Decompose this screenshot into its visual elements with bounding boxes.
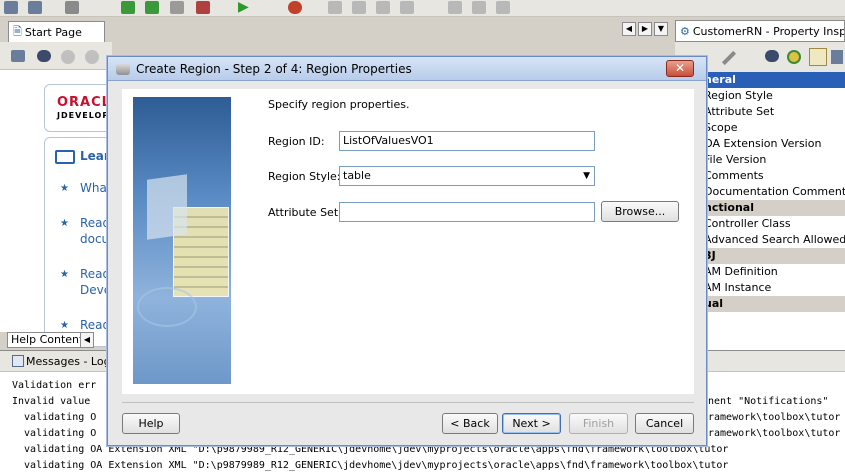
inspector-icon: ⚙ bbox=[680, 24, 690, 38]
deploy-icon[interactable] bbox=[170, 1, 184, 14]
region-id-label: Region ID: bbox=[268, 135, 325, 148]
illustration-cup bbox=[137, 287, 197, 327]
log-right-fragments: nent "Notifications" ramework\toolbox\tut… bbox=[708, 394, 845, 442]
step-into-icon[interactable] bbox=[352, 1, 366, 14]
log-line: validating OA Extension XML "D:\p9879989… bbox=[12, 460, 729, 471]
profile-icon[interactable] bbox=[196, 1, 210, 14]
help-scroll-left-icon[interactable]: ◀ bbox=[80, 332, 94, 348]
illustration-doc bbox=[147, 174, 187, 240]
tab-next-icon[interactable]: ▶ bbox=[638, 22, 652, 36]
edit-icon[interactable] bbox=[721, 50, 737, 66]
wizard-illustration bbox=[133, 97, 231, 384]
run-icon[interactable]: ▶ bbox=[238, 0, 252, 14]
tab-prev-icon[interactable]: ◀ bbox=[622, 22, 636, 36]
dialog-title: Create Region - Step 2 of 4: Region Prop… bbox=[136, 61, 412, 76]
rebuild-icon[interactable] bbox=[145, 1, 159, 14]
debug-icon[interactable] bbox=[288, 1, 302, 14]
categorize-icon[interactable] bbox=[809, 48, 827, 66]
log-line-fragment: ramework\toolbox\tutor bbox=[708, 412, 841, 423]
next-button[interactable]: Next > bbox=[502, 413, 561, 434]
find-icon[interactable] bbox=[37, 50, 51, 62]
jdeveloper-logo: JDEVELOP bbox=[57, 111, 110, 120]
book-icon bbox=[55, 150, 75, 164]
region-style-label: Region Style: bbox=[268, 170, 341, 183]
tab-property-inspector-label: CustomerRN - Property Inspect bbox=[692, 24, 844, 38]
messages-icon bbox=[12, 355, 24, 367]
star-icon: ★ bbox=[60, 269, 69, 280]
tab-start-page-label: Start Page bbox=[24, 25, 82, 39]
wizard-icon bbox=[116, 62, 130, 75]
create-region-dialog: Create Region - Step 2 of 4: Region Prop… bbox=[107, 56, 707, 446]
region-style-select[interactable]: table ▼ bbox=[339, 166, 595, 186]
tab-help-content[interactable]: Help Content bbox=[7, 332, 88, 348]
dialog-body: Specify region properties. Region ID: Li… bbox=[122, 89, 694, 394]
sort-icon[interactable] bbox=[831, 50, 843, 64]
pause-icon[interactable] bbox=[448, 1, 462, 14]
start-page-toolbar bbox=[0, 42, 112, 70]
tab-messages-log[interactable]: Messages - Log bbox=[26, 355, 111, 368]
star-icon: ★ bbox=[60, 183, 69, 194]
start-page-icon: 🗎 bbox=[13, 24, 22, 38]
oracle-logo-panel: ORACLE JDEVELOP bbox=[44, 84, 120, 132]
learn-link-2[interactable]: Read docu bbox=[80, 215, 110, 247]
main-toolbar: ▶ bbox=[0, 0, 845, 17]
finish-button[interactable]: Finish bbox=[569, 413, 628, 434]
print-icon[interactable] bbox=[11, 50, 25, 62]
resume-icon[interactable] bbox=[400, 1, 414, 14]
star-icon: ★ bbox=[60, 320, 69, 331]
trash-icon[interactable] bbox=[496, 1, 510, 14]
wand-icon[interactable] bbox=[65, 1, 79, 14]
browse-button[interactable]: Browse... bbox=[601, 201, 679, 222]
forward-nav-icon[interactable] bbox=[85, 50, 99, 64]
chevron-down-icon: ▼ bbox=[583, 171, 590, 181]
tab-property-inspector[interactable]: ⚙ CustomerRN - Property Inspect bbox=[675, 20, 845, 42]
region-id-input[interactable]: ListOfValuesVO1 bbox=[339, 131, 595, 151]
tab-navigation: ◀ ▶ ▼ bbox=[622, 22, 672, 38]
region-style-value: table bbox=[343, 169, 371, 182]
attribute-set-label: Attribute Set: bbox=[268, 206, 342, 219]
color-icon[interactable] bbox=[787, 50, 801, 64]
log-line-fragment: ramework\toolbox\tutor bbox=[708, 428, 841, 439]
back-nav-icon[interactable] bbox=[61, 50, 75, 64]
dialog-separator bbox=[122, 402, 694, 403]
build-icon[interactable] bbox=[121, 1, 135, 14]
star-icon: ★ bbox=[60, 218, 69, 229]
learn-link-3[interactable]: Read Deve bbox=[80, 266, 110, 298]
dialog-titlebar[interactable]: Create Region - Step 2 of 4: Region Prop… bbox=[108, 57, 706, 81]
save-icon[interactable] bbox=[28, 1, 42, 14]
learn-link-4[interactable]: Read bbox=[80, 317, 110, 333]
back-button[interactable]: < Back bbox=[442, 413, 498, 434]
tab-start-page[interactable]: 🗎 Start Page bbox=[8, 21, 105, 42]
intro-text: Specify region properties. bbox=[268, 98, 410, 111]
cancel-button[interactable]: Cancel bbox=[635, 413, 694, 434]
attribute-set-input[interactable] bbox=[339, 202, 595, 222]
stop-icon[interactable] bbox=[472, 1, 486, 14]
help-button[interactable]: Help bbox=[122, 413, 180, 434]
step-over-icon[interactable] bbox=[328, 1, 342, 14]
tab-list-icon[interactable]: ▼ bbox=[654, 22, 668, 36]
close-button[interactable]: ✕ bbox=[666, 60, 694, 77]
step-out-icon[interactable] bbox=[376, 1, 390, 14]
open-icon[interactable] bbox=[4, 1, 18, 14]
log-line-fragment: nent "Notifications" bbox=[708, 396, 829, 407]
find-icon[interactable] bbox=[765, 50, 779, 62]
